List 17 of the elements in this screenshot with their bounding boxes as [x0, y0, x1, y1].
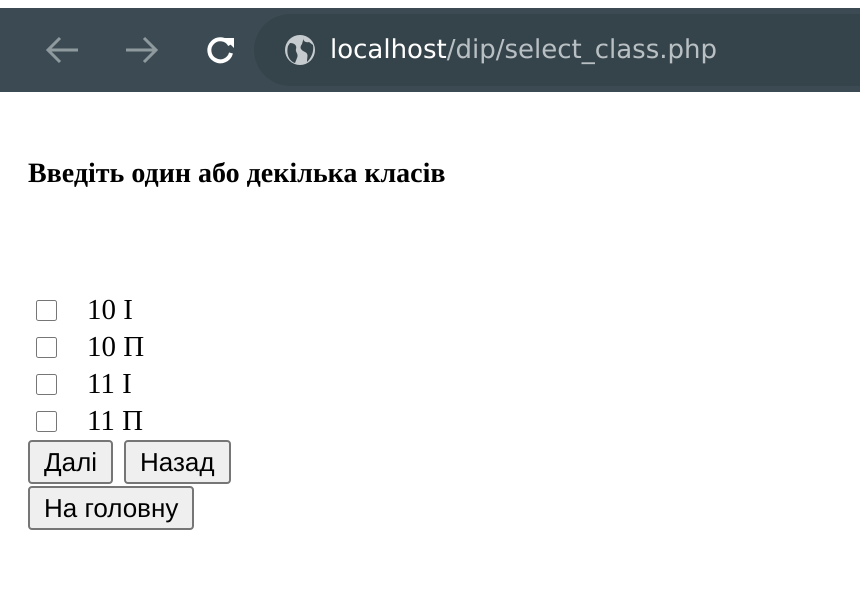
class-label: 11 І [87, 368, 132, 401]
home-button[interactable]: На головну [28, 486, 194, 530]
class-checkbox[interactable] [36, 337, 57, 358]
class-checkbox[interactable] [36, 411, 57, 432]
class-label: 10 І [87, 294, 133, 327]
address-bar[interactable]: localhost/dip/select_class.php [254, 14, 860, 86]
forward-icon[interactable] [124, 35, 160, 65]
back-icon[interactable] [44, 35, 80, 65]
next-button[interactable]: Далі [28, 440, 114, 484]
back-button[interactable]: Назад [124, 440, 231, 484]
url-text[interactable]: localhost/dip/select_class.php [330, 35, 718, 65]
page-heading: Введіть один або декілька класів [28, 157, 447, 191]
class-checkbox[interactable] [36, 374, 57, 395]
class-checkbox[interactable] [36, 300, 57, 321]
class-label: 10 П [87, 331, 144, 364]
class-label: 11 П [87, 405, 144, 438]
globe-icon [284, 34, 316, 66]
